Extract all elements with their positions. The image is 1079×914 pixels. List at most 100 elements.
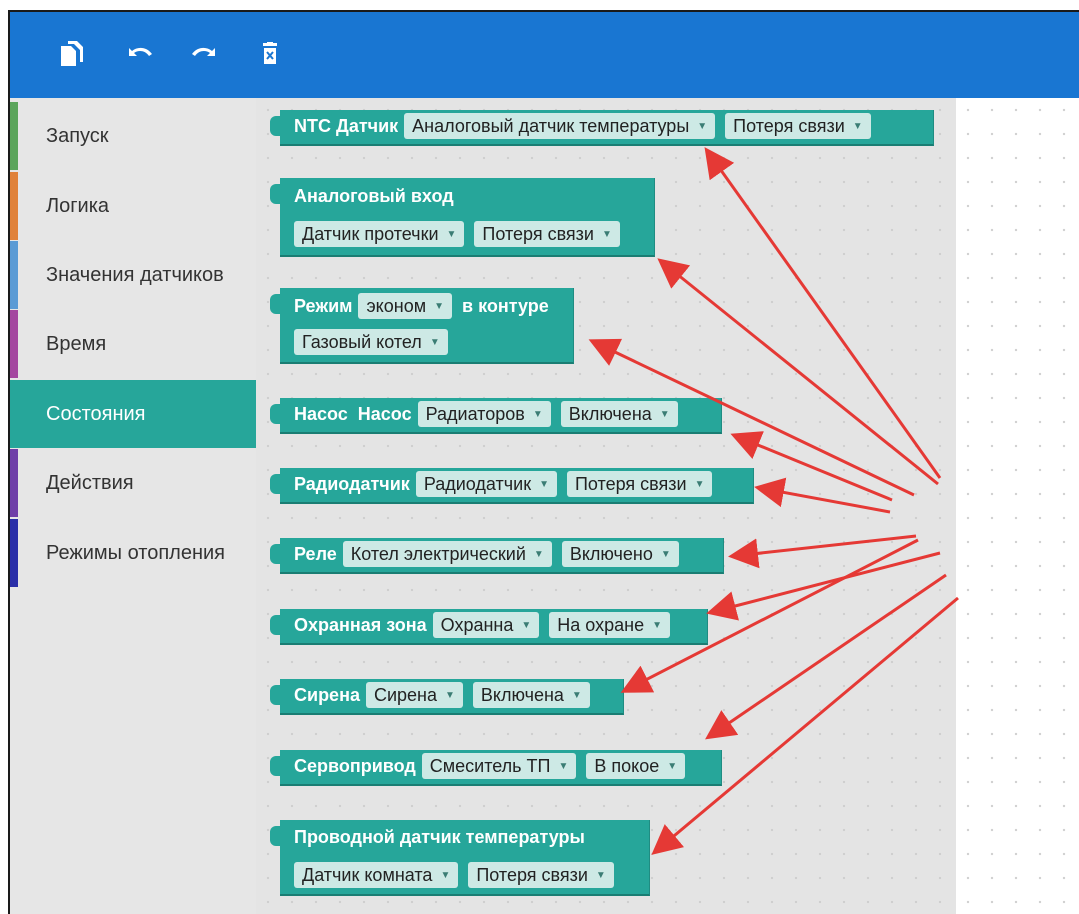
caret-down-icon: ▼ bbox=[429, 336, 440, 348]
dropdown-value: Потеря связи bbox=[574, 473, 687, 494]
dropdown-value: В покое bbox=[594, 755, 660, 776]
redo-button[interactable] bbox=[188, 38, 220, 70]
caret-down-icon: ▼ bbox=[446, 228, 457, 240]
category-item-heating-modes[interactable]: Режимы отопления bbox=[10, 519, 256, 587]
undo-button[interactable] bbox=[124, 38, 156, 70]
block-title: Проводной датчик температуры bbox=[294, 827, 585, 847]
caret-down-icon: ▼ bbox=[532, 408, 543, 420]
state-dropdown[interactable]: Включено ▼ bbox=[561, 541, 679, 567]
caret-down-icon: ▼ bbox=[440, 869, 451, 881]
block-title: NTC Датчик bbox=[294, 115, 399, 136]
state-dropdown[interactable]: Включена ▼ bbox=[560, 401, 678, 427]
caret-down-icon: ▼ bbox=[659, 408, 670, 420]
workspace-canvas[interactable] bbox=[956, 98, 1079, 914]
dropdown-value: Датчик протечки bbox=[302, 223, 439, 244]
dropdown-value: Включена bbox=[568, 403, 652, 424]
block-title-suffix: в контуре bbox=[462, 295, 549, 316]
category-item-logic[interactable]: Логика bbox=[10, 172, 256, 240]
category-item-states[interactable]: Состояния bbox=[10, 380, 256, 448]
block-title: Аналоговый вход bbox=[294, 186, 454, 206]
relay-dropdown[interactable]: Котел электрический ▼ bbox=[342, 541, 552, 567]
block-relay[interactable]: Реле Котел электрический ▼ Включено ▼ bbox=[270, 538, 724, 574]
zone-dropdown[interactable]: Охранна ▼ bbox=[432, 612, 540, 638]
block-pump[interactable]: Насос Насос Радиаторов ▼ Включена ▼ bbox=[270, 398, 722, 434]
state-dropdown[interactable]: Включена ▼ bbox=[472, 682, 590, 708]
block-title: Режим bbox=[294, 295, 353, 316]
dropdown-value: Датчик комната bbox=[302, 864, 433, 885]
category-label: Состояния bbox=[46, 402, 146, 425]
block-title: Охранная зона bbox=[294, 614, 427, 635]
state-dropdown[interactable]: Потеря связи ▼ bbox=[474, 221, 620, 247]
sensor-dropdown[interactable]: Датчик протечки ▼ bbox=[294, 221, 465, 247]
state-dropdown[interactable]: В покое ▼ bbox=[586, 753, 686, 779]
copy-icon bbox=[61, 41, 83, 66]
caret-down-icon: ▼ bbox=[539, 478, 549, 490]
caret-down-icon: ▼ bbox=[571, 689, 582, 701]
block-mode-in-circuit[interactable]: Режим эконом ▼ в контуре Газовый котел ▼ bbox=[270, 288, 574, 364]
siren-dropdown[interactable]: Сирена ▼ bbox=[365, 682, 463, 708]
state-dropdown[interactable]: Потеря связи ▼ bbox=[566, 471, 713, 497]
servo-dropdown[interactable]: Смеситель ТП ▼ bbox=[421, 753, 577, 779]
dropdown-value: Котел электрический bbox=[350, 543, 526, 564]
delete-button[interactable] bbox=[254, 38, 286, 70]
category-color-stripe bbox=[10, 380, 18, 448]
dropdown-value: Газовый котел bbox=[302, 331, 422, 352]
sensor-dropdown[interactable]: Аналоговый датчик температуры ▼ bbox=[404, 113, 716, 139]
block-connector bbox=[270, 544, 282, 564]
state-dropdown[interactable]: Потеря связи ▼ bbox=[725, 113, 871, 139]
dropdown-value: Потеря связи bbox=[482, 223, 594, 244]
block-connector bbox=[270, 184, 282, 204]
caret-down-icon: ▼ bbox=[694, 478, 705, 490]
category-color-stripe bbox=[10, 310, 18, 378]
dropdown-value: Включено bbox=[569, 543, 653, 564]
category-color-stripe bbox=[10, 241, 18, 309]
block-siren[interactable]: Сирена Сирена ▼ Включена ▼ bbox=[270, 679, 624, 715]
dropdown-value: На охране bbox=[557, 614, 645, 635]
block-analog-input[interactable]: Аналоговый вход Датчик протечки ▼ Потеря … bbox=[270, 178, 655, 257]
block-security-zone[interactable]: Охранная зона Охранна ▼ На охране ▼ bbox=[270, 609, 708, 645]
caret-down-icon: ▼ bbox=[852, 120, 863, 132]
dropdown-value: Включена bbox=[480, 684, 564, 705]
delete-icon bbox=[263, 42, 277, 64]
dropdown-value: Смеситель ТП bbox=[429, 755, 551, 776]
category-item-start[interactable]: Запуск bbox=[10, 102, 256, 170]
sensor-dropdown[interactable]: Радиодатчик ▼ bbox=[415, 471, 557, 497]
dropdown-value: Сирена bbox=[373, 684, 437, 705]
mode-dropdown[interactable]: эконом ▼ bbox=[358, 293, 452, 319]
category-item-sensor-values[interactable]: Значения датчиков bbox=[10, 241, 256, 309]
state-dropdown[interactable]: На охране ▼ bbox=[549, 612, 670, 638]
caret-down-icon: ▼ bbox=[434, 300, 444, 312]
block-title: Реле bbox=[294, 543, 337, 564]
category-label: Значения датчиков bbox=[46, 263, 224, 286]
block-title: Радиодатчик bbox=[294, 473, 410, 494]
category-item-time[interactable]: Время bbox=[10, 310, 256, 378]
block-title: Сервопривод bbox=[294, 755, 416, 776]
copy-button[interactable] bbox=[56, 38, 88, 70]
block-title: Насос Насос bbox=[294, 403, 412, 424]
dropdown-value: Радиаторов bbox=[425, 403, 525, 424]
category-color-stripe bbox=[10, 172, 18, 240]
dropdown-value: Потеря связи bbox=[476, 864, 588, 885]
category-color-stripe bbox=[10, 519, 18, 587]
block-connector bbox=[270, 756, 282, 776]
caret-down-icon: ▼ bbox=[444, 689, 455, 701]
circuit-dropdown[interactable]: Газовый котел ▼ bbox=[294, 329, 448, 355]
block-connector bbox=[270, 685, 282, 705]
caret-down-icon: ▼ bbox=[595, 869, 606, 881]
block-connector bbox=[270, 474, 282, 494]
undo-icon bbox=[129, 47, 152, 56]
category-label: Логика bbox=[46, 194, 110, 217]
category-sidebar: Запуск Логика Значения датчиков Время Со… bbox=[10, 98, 256, 914]
category-label: Действия bbox=[46, 471, 134, 494]
state-dropdown[interactable]: Потеря связи ▼ bbox=[468, 862, 614, 888]
category-item-actions[interactable]: Действия bbox=[10, 449, 256, 517]
block-servo-drive[interactable]: Сервопривод Смеситель ТП ▼ В покое ▼ bbox=[270, 750, 722, 786]
sensor-dropdown[interactable]: Датчик комната ▼ bbox=[294, 862, 459, 888]
pump-dropdown[interactable]: Радиаторов ▼ bbox=[417, 401, 551, 427]
block-wired-temp-sensor[interactable]: Проводной датчик температуры Датчик комн… bbox=[270, 820, 650, 896]
block-connector bbox=[270, 294, 282, 314]
block-radio-sensor[interactable]: Радиодатчик Радиодатчик ▼ Потеря связи ▼ bbox=[270, 468, 754, 504]
block-connector bbox=[270, 615, 282, 635]
block-ntc-sensor[interactable]: NTC Датчик Аналоговый датчик температуры… bbox=[270, 110, 934, 146]
dropdown-value: эконом bbox=[366, 295, 427, 316]
